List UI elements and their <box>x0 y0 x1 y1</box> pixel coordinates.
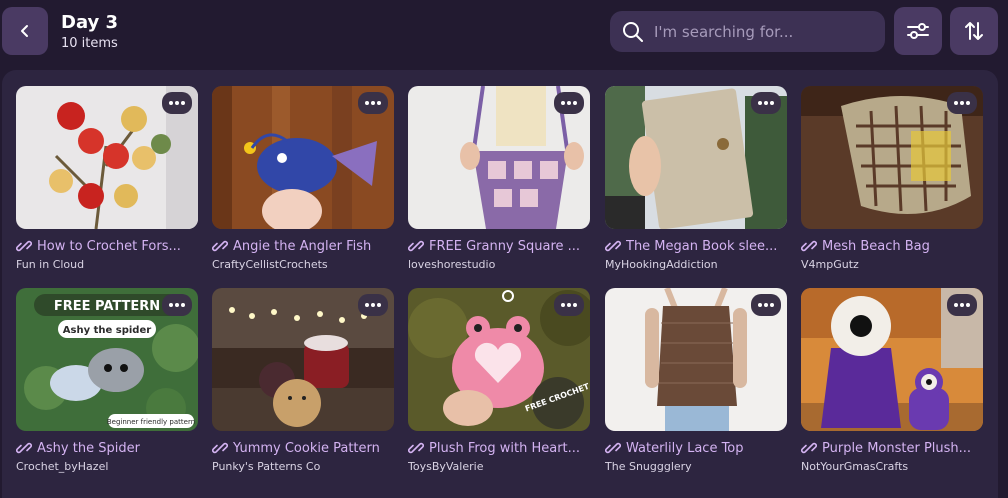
item-card[interactable]: Mesh Beach Bag V4mpGutz <box>801 86 983 271</box>
more-options-button[interactable] <box>358 92 388 114</box>
card-thumbnail[interactable] <box>605 288 787 431</box>
link-icon <box>605 240 621 252</box>
item-card[interactable]: The Megan Book slee... MyHookingAddictio… <box>605 86 787 271</box>
card-title: Mesh Beach Bag <box>822 238 930 254</box>
item-card[interactable]: Purple Monster Plush... NotYourGmasCraft… <box>801 288 983 473</box>
search-bar[interactable] <box>610 11 885 52</box>
item-count: 10 items <box>61 36 118 51</box>
card-title: Purple Monster Plush... <box>822 440 972 456</box>
back-button[interactable] <box>2 7 48 55</box>
card-author[interactable]: ToysByValerie <box>408 460 590 473</box>
item-card[interactable]: FREE PATTERN Ashy the spider Beginner fr… <box>16 288 198 473</box>
more-options-button[interactable] <box>554 294 584 316</box>
card-thumbnail[interactable] <box>212 86 394 229</box>
card-title: How to Crochet Fors... <box>37 238 181 254</box>
item-card[interactable]: Angie the Angler Fish CraftyCellistCroch… <box>212 86 394 271</box>
items-panel: How to Crochet Fors... Fun in Cloud Angi… <box>2 70 998 498</box>
sort-arrows-icon <box>965 22 983 40</box>
item-card[interactable]: How to Crochet Fors... Fun in Cloud <box>16 86 198 271</box>
card-author[interactable]: Crochet_byHazel <box>16 460 198 473</box>
more-options-button[interactable] <box>751 92 781 114</box>
more-options-button[interactable] <box>358 294 388 316</box>
card-author[interactable]: V4mpGutz <box>801 258 983 271</box>
link-icon <box>212 442 228 454</box>
top-bar: Day 3 10 items <box>0 0 1008 70</box>
more-options-button[interactable] <box>947 92 977 114</box>
card-author[interactable]: Punky's Patterns Co <box>212 460 394 473</box>
link-icon <box>408 240 424 252</box>
card-author[interactable]: The Snuggglery <box>605 460 787 473</box>
card-title: FREE Granny Square ... <box>429 238 581 254</box>
card-title-link[interactable]: FREE Granny Square ... <box>408 236 590 256</box>
more-options-button[interactable] <box>162 92 192 114</box>
card-thumbnail[interactable]: FREE CROCHET <box>408 288 590 431</box>
card-title-link[interactable]: Ashy the Spider <box>16 438 198 458</box>
link-icon <box>801 442 817 454</box>
card-title: The Megan Book slee... <box>626 238 778 254</box>
image-text-ashy: Ashy the spider <box>63 325 151 336</box>
link-icon <box>801 240 817 252</box>
page-title: Day 3 <box>61 12 119 33</box>
more-options-button[interactable] <box>162 294 192 316</box>
item-card[interactable]: FREE CROCHET Plush Frog with Heart... To… <box>408 288 590 473</box>
card-author[interactable]: NotYourGmasCrafts <box>801 460 983 473</box>
card-title-link[interactable]: How to Crochet Fors... <box>16 236 198 256</box>
sort-button[interactable] <box>950 7 998 55</box>
image-text-beginner: Beginner friendly pattern <box>107 418 195 426</box>
card-thumbnail[interactable] <box>801 86 983 229</box>
item-card[interactable]: Waterlily Lace Top The Snuggglery <box>605 288 787 473</box>
card-title: Yummy Cookie Pattern <box>233 440 380 456</box>
card-author[interactable]: loveshorestudio <box>408 258 590 271</box>
card-thumbnail[interactable]: FREE PATTERN Ashy the spider Beginner fr… <box>16 288 198 431</box>
link-icon <box>16 442 32 454</box>
card-thumbnail[interactable] <box>801 288 983 431</box>
card-title-link[interactable]: The Megan Book slee... <box>605 236 787 256</box>
chevron-left-icon <box>21 25 28 37</box>
card-author[interactable]: Fun in Cloud <box>16 258 198 271</box>
card-author[interactable]: CraftyCellistCrochets <box>212 258 394 271</box>
card-author[interactable]: MyHookingAddiction <box>605 258 787 271</box>
card-title: Waterlily Lace Top <box>626 440 744 456</box>
more-options-button[interactable] <box>554 92 584 114</box>
card-title: Plush Frog with Heart... <box>429 440 581 456</box>
filter-button[interactable] <box>894 7 942 55</box>
link-icon <box>212 240 228 252</box>
search-input[interactable] <box>654 19 876 45</box>
item-card[interactable]: FREE Granny Square ... loveshorestudio <box>408 86 590 271</box>
card-thumbnail[interactable] <box>408 86 590 229</box>
item-card[interactable]: Yummy Cookie Pattern Punky's Patterns Co <box>212 288 394 473</box>
sliders-icon <box>907 23 929 39</box>
link-icon <box>605 442 621 454</box>
card-title-link[interactable]: Angie the Angler Fish <box>212 236 394 256</box>
card-title-link[interactable]: Mesh Beach Bag <box>801 236 983 256</box>
card-thumbnail[interactable] <box>16 86 198 229</box>
card-title-link[interactable]: Waterlily Lace Top <box>605 438 787 458</box>
card-title-link[interactable]: Plush Frog with Heart... <box>408 438 590 458</box>
image-text-free-pattern: FREE PATTERN <box>54 299 160 314</box>
card-title-link[interactable]: Purple Monster Plush... <box>801 438 983 458</box>
more-options-button[interactable] <box>751 294 781 316</box>
card-title: Ashy the Spider <box>37 440 140 456</box>
card-title-link[interactable]: Yummy Cookie Pattern <box>212 438 394 458</box>
card-thumbnail[interactable] <box>212 288 394 431</box>
card-thumbnail[interactable] <box>605 86 787 229</box>
more-options-button[interactable] <box>947 294 977 316</box>
card-title: Angie the Angler Fish <box>233 238 372 254</box>
link-icon <box>408 442 424 454</box>
search-icon <box>623 22 643 42</box>
link-icon <box>16 240 32 252</box>
